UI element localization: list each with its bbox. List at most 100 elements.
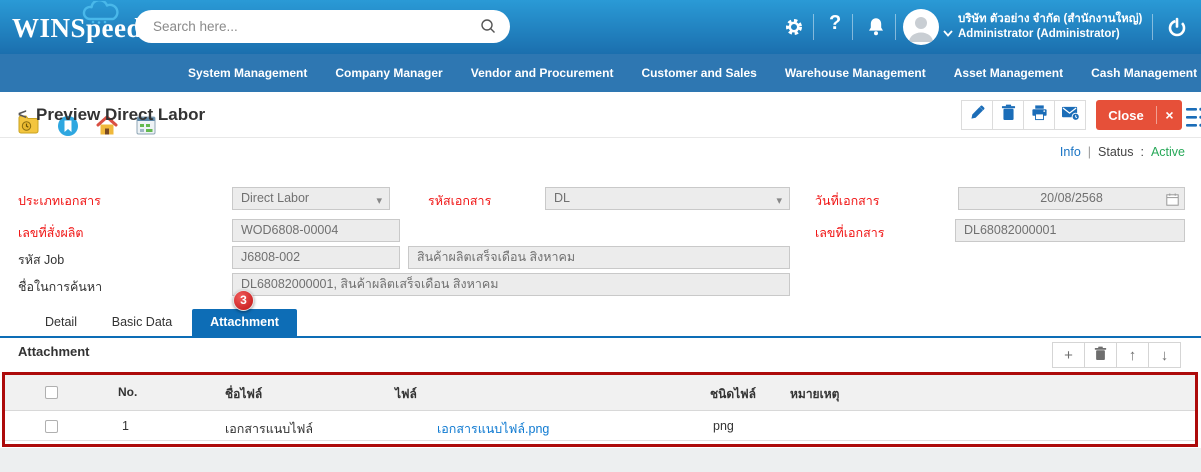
edit-button[interactable]: [961, 100, 993, 130]
search-icon[interactable]: [480, 18, 496, 39]
divider: [813, 14, 814, 40]
search-input[interactable]: [153, 11, 473, 41]
doc-type-value: Direct Labor: [241, 191, 309, 205]
page-bottom-background: [0, 448, 1201, 472]
settings-gear-icon[interactable]: [783, 16, 805, 43]
arrow-down-icon: ↓: [1161, 347, 1169, 364]
page-title: Preview Direct Labor: [36, 105, 205, 125]
divider: [852, 14, 853, 40]
status-badge: Active: [1151, 145, 1185, 159]
cell-file-link[interactable]: เอกสารแนบไฟล์.png: [437, 419, 549, 439]
doc-code-label: รหัสเอกสาร: [428, 191, 491, 211]
prod-order-value: WOD6808-00004: [241, 223, 338, 237]
mail-icon: [1061, 104, 1080, 126]
doc-type-select[interactable]: Direct Labor ▾: [232, 187, 390, 210]
trash-icon: [1094, 346, 1107, 365]
cell-no: 1: [122, 419, 129, 433]
company-user-block[interactable]: บริษัท ตัวอย่าง จำกัด (สำนักงานใหญ่) Adm…: [958, 12, 1158, 42]
search-box: [135, 10, 510, 43]
app-window: WINSpeed ? บริษัท ตัวอย่าง จำกัด (สำนักง…: [0, 0, 1201, 472]
tab-underline: [0, 336, 1201, 338]
cell-file-name: เอกสารแนบไฟล์: [225, 419, 313, 439]
col-header-file-type: ชนิดไฟล์: [710, 385, 756, 404]
attachment-section-title: Attachment: [18, 344, 90, 359]
annotation-badge-3: 3: [233, 290, 254, 311]
chevron-down-icon[interactable]: [943, 24, 953, 42]
move-up-button[interactable]: ↑: [1116, 342, 1149, 368]
cell-file-type: png: [713, 419, 734, 433]
close-button-label: Close: [1096, 108, 1156, 123]
header-action-buttons: [962, 100, 1086, 130]
doc-date-field[interactable]: 20/08/2568: [958, 187, 1185, 210]
col-header-file: ไฟล์: [395, 385, 417, 404]
doc-date-value: 20/08/2568: [1040, 191, 1103, 205]
job-code-label: รหัส Job: [18, 250, 64, 270]
pencil-icon: [969, 104, 986, 126]
job-desc-field[interactable]: สินค้าผลิตเสร็จเดือน สิงหาคม: [408, 246, 790, 269]
col-header-no: No.: [118, 385, 137, 399]
doc-no-label: เลขที่เอกสาร: [815, 223, 884, 243]
trash-icon: [1001, 104, 1016, 126]
job-code-value: J6808-002: [241, 250, 300, 264]
doc-code-value: DL: [554, 191, 570, 205]
doc-date-label: วันที่เอกสาร: [815, 191, 880, 211]
user-name: Administrator (Administrator): [958, 27, 1158, 42]
add-row-button[interactable]: +: [1052, 342, 1085, 368]
user-avatar[interactable]: [903, 9, 939, 45]
printer-icon: [1031, 104, 1048, 126]
calendar-small-icon: [1166, 192, 1179, 210]
attachment-toolbar: + ↑ ↓: [1053, 342, 1181, 368]
menu-item-vendor-procurement[interactable]: Vendor and Procurement: [471, 66, 614, 80]
table-row: [4, 411, 1197, 441]
caret-down-icon: ▾: [376, 191, 382, 210]
status-bar: Info | Status : Active: [1060, 145, 1185, 159]
menu-item-warehouse-management[interactable]: Warehouse Management: [785, 66, 926, 80]
move-down-button[interactable]: ↓: [1148, 342, 1181, 368]
app-logo: WINSpeed: [12, 13, 142, 44]
job-desc-value: สินค้าผลิตเสร็จเดือน สิงหาคม: [417, 250, 575, 264]
close-x-icon[interactable]: ×: [1157, 107, 1182, 123]
caret-down-icon: ▾: [776, 191, 782, 210]
attachment-table-header: [4, 374, 1197, 411]
row-checkbox[interactable]: [45, 420, 58, 433]
status-colon: :: [1140, 145, 1143, 159]
menu-item-system-management[interactable]: System Management: [188, 66, 307, 80]
status-label: Status: [1098, 145, 1133, 159]
doc-code-select[interactable]: DL ▾: [545, 187, 790, 210]
pipe-separator: |: [1088, 145, 1091, 159]
info-link[interactable]: Info: [1060, 145, 1081, 159]
delete-button[interactable]: [992, 100, 1024, 130]
company-name: บริษัท ตัวอย่าง จำกัด (สำนักงานใหญ่): [958, 12, 1158, 27]
menu-item-cash-management[interactable]: Cash Management: [1091, 66, 1197, 80]
send-email-button[interactable]: [1054, 100, 1086, 130]
menu-item-company-manager[interactable]: Company Manager: [335, 66, 442, 80]
col-header-note: หมายเหตุ: [790, 385, 839, 404]
list-menu-icon[interactable]: [1186, 107, 1201, 134]
help-icon[interactable]: ?: [829, 12, 841, 35]
search-name-field[interactable]: DL68082000001, สินค้าผลิตเสร็จเดือน สิงห…: [232, 273, 790, 296]
logout-power-icon[interactable]: [1166, 16, 1188, 43]
select-all-checkbox[interactable]: [45, 386, 58, 399]
tab-basic-data[interactable]: Basic Data: [106, 309, 178, 336]
menu-item-customer-sales[interactable]: Customer and Sales: [641, 66, 756, 80]
tab-attachment[interactable]: Attachment: [192, 309, 297, 336]
delete-row-button[interactable]: [1084, 342, 1117, 368]
job-code-field[interactable]: J6808-002: [232, 246, 400, 269]
tab-detail[interactable]: Detail: [30, 309, 92, 336]
menu-item-asset-management[interactable]: Asset Management: [954, 66, 1063, 80]
notifications-bell-icon[interactable]: [866, 16, 886, 43]
prod-order-label: เลขที่สั่งผลิต: [18, 223, 84, 243]
back-button[interactable]: <: [18, 106, 27, 123]
doc-no-value: DL68082000001: [964, 223, 1056, 237]
prod-order-field[interactable]: WOD6808-00004: [232, 219, 400, 242]
arrow-up-icon: ↑: [1129, 347, 1137, 364]
doc-no-field[interactable]: DL68082000001: [955, 219, 1185, 242]
col-header-file-name: ชื่อไฟล์: [225, 385, 262, 404]
close-button[interactable]: Close ×: [1096, 100, 1182, 130]
print-button[interactable]: [1023, 100, 1055, 130]
doc-type-label: ประเภทเอกสาร: [18, 191, 101, 211]
search-name-label: ชื่อในการค้นหา: [18, 277, 102, 297]
cloud-icon: [80, 1, 122, 30]
topbar: WINSpeed ? บริษัท ตัวอย่าง จำกัด (สำนักง…: [0, 0, 1201, 54]
divider: [895, 14, 896, 40]
